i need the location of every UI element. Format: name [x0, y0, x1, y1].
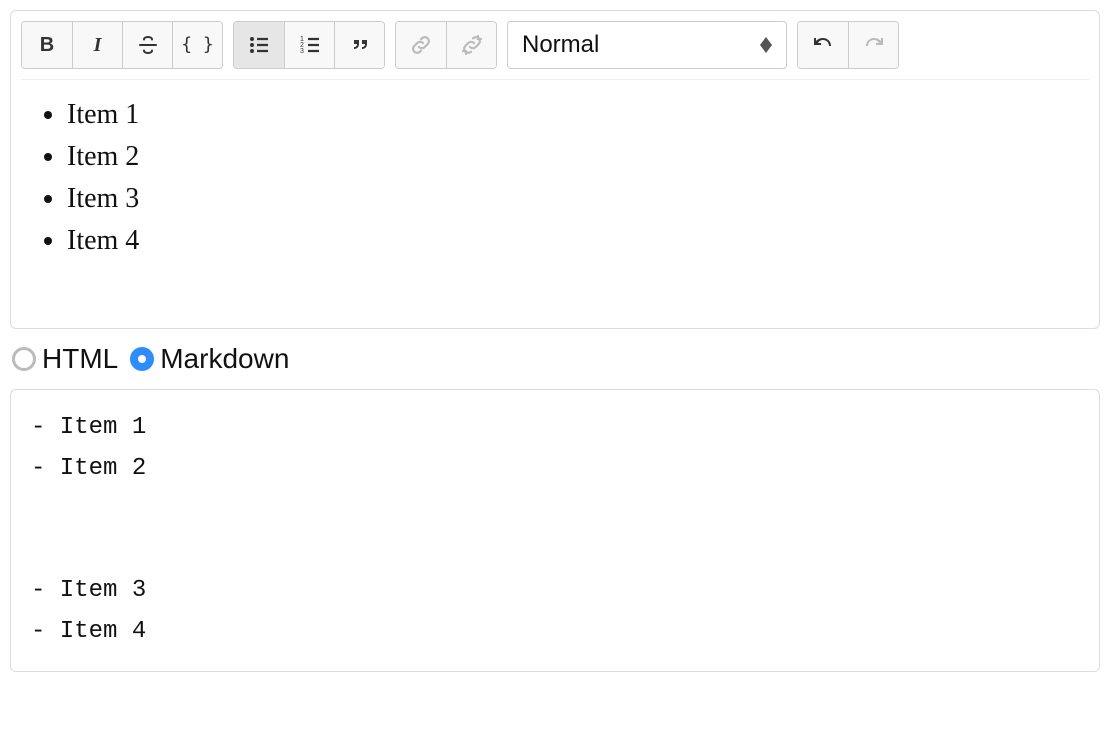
blockquote-button[interactable] [334, 22, 384, 68]
unlink-button[interactable] [446, 22, 496, 68]
bold-button[interactable]: B [22, 22, 72, 68]
link-icon [409, 33, 433, 57]
quote-icon [348, 33, 372, 57]
format-switch: HTML Markdown [12, 343, 1100, 375]
list-item[interactable]: Item 1 [67, 94, 1079, 136]
bold-icon: B [40, 35, 54, 55]
ordered-list-icon: 1 2 3 [298, 33, 322, 57]
editor-toolbar: B I { } [21, 19, 1089, 80]
redo-button[interactable] [848, 22, 898, 68]
redo-icon [862, 33, 886, 57]
list-item[interactable]: Item 4 [67, 220, 1079, 262]
strikethrough-icon [136, 33, 160, 57]
radio-html[interactable]: HTML [12, 343, 118, 375]
radio-html-label: HTML [42, 343, 118, 375]
radio-circle-icon [130, 347, 154, 371]
unlink-icon [460, 33, 484, 57]
radio-markdown-label: Markdown [160, 343, 289, 375]
output-text[interactable]: - Item 1 - Item 2 - Item 3 - Item 4 [31, 408, 1079, 653]
italic-icon: I [94, 35, 102, 55]
radio-markdown[interactable]: Markdown [130, 343, 289, 375]
undo-button[interactable] [798, 22, 848, 68]
list-item[interactable]: Item 3 [67, 178, 1079, 220]
toolbar-group-history [797, 21, 899, 69]
toolbar-group-list: 1 2 3 [233, 21, 385, 69]
toolbar-group-link [395, 21, 497, 69]
ordered-list-button[interactable]: 1 2 3 [284, 22, 334, 68]
heading-select-label: Normal [522, 31, 760, 59]
italic-button[interactable]: I [72, 22, 122, 68]
link-button[interactable] [396, 22, 446, 68]
toolbar-group-format: B I { } [21, 21, 223, 69]
bullet-list-icon [247, 33, 271, 57]
output-panel: - Item 1 - Item 2 - Item 3 - Item 4 [10, 389, 1100, 672]
editor-content[interactable]: Item 1 Item 2 Item 3 Item 4 [21, 90, 1089, 320]
editor-panel: B I { } [10, 10, 1100, 329]
heading-select[interactable]: Normal [507, 21, 787, 69]
svg-text:3: 3 [300, 48, 304, 55]
undo-icon [811, 33, 835, 57]
bullet-list: Item 1 Item 2 Item 3 Item 4 [31, 94, 1079, 262]
select-arrows-icon [760, 37, 772, 53]
bullet-list-button[interactable] [234, 22, 284, 68]
code-icon: { } [181, 36, 214, 54]
list-item[interactable]: Item 2 [67, 136, 1079, 178]
strikethrough-button[interactable] [122, 22, 172, 68]
radio-circle-icon [12, 347, 36, 371]
code-button[interactable]: { } [172, 22, 222, 68]
